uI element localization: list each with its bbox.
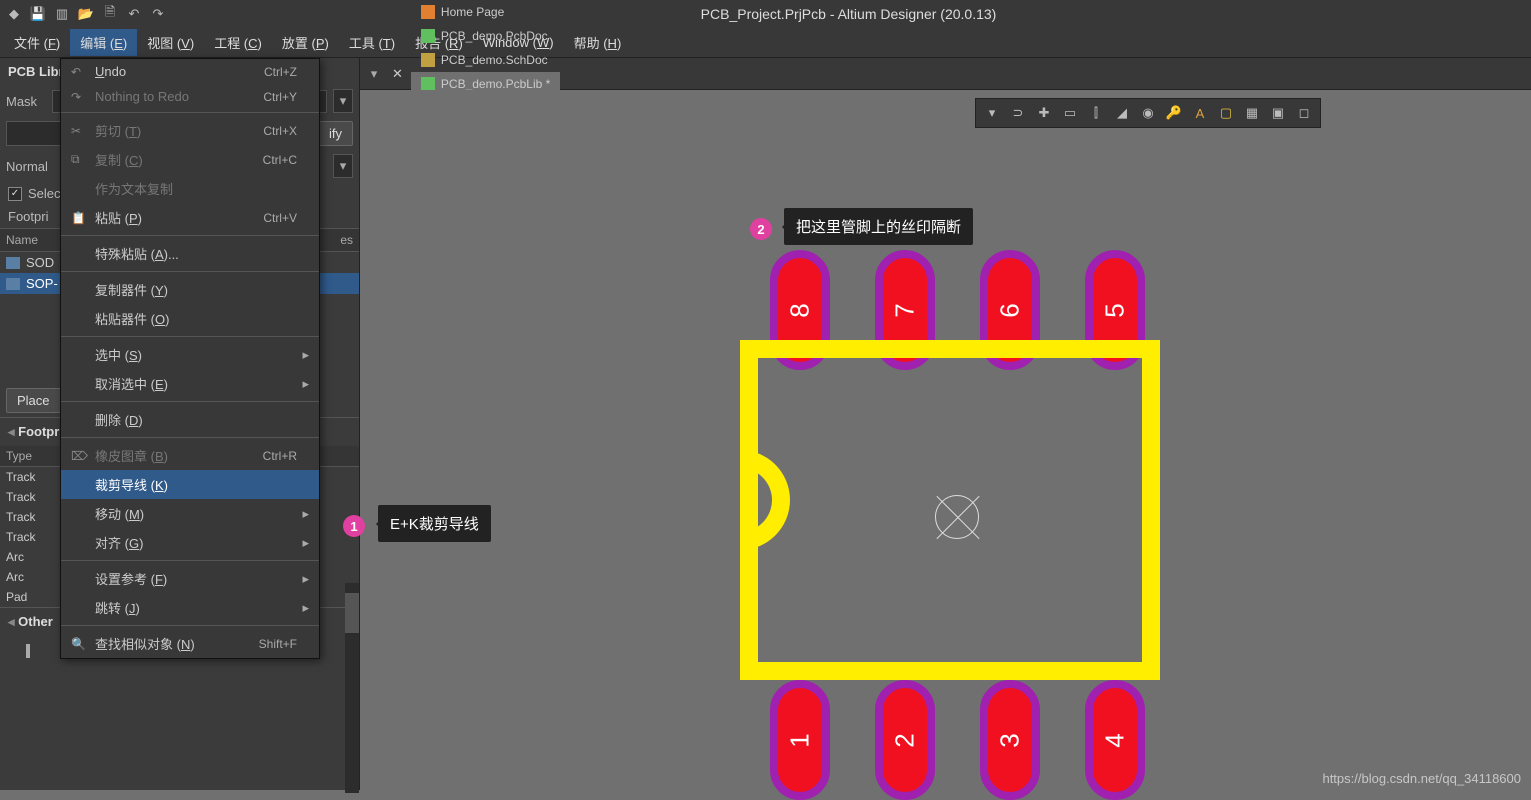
pad-2[interactable]: 2 [875, 680, 935, 800]
canvas-tool-0[interactable]: ▾ [979, 102, 1005, 124]
canvas-tool-1[interactable]: ⊃ [1005, 102, 1031, 124]
menu-item-p[interactable]: 📋粘贴 (P)Ctrl+V [61, 203, 319, 232]
menu-item-k[interactable]: 裁剪导线 (K) [61, 470, 319, 499]
menu-edit[interactable]: 编辑 (E) [70, 29, 137, 56]
folder-icon[interactable]: ▥ [54, 6, 70, 22]
title-bar: ◆ 💾 ▥ 📂 🗎 ↶ ↷ PCB_Project.PrjPcb - Altiu… [0, 0, 1531, 28]
menu-item-b: ⌦橡皮图章 (B)Ctrl+R [61, 441, 319, 470]
menu-project[interactable]: 工程 (C) [204, 29, 272, 56]
open-icon[interactable]: 📂 [78, 6, 94, 22]
mask-label: Mask [6, 94, 46, 109]
menu-item-f[interactable]: 设置参考 (F)▸ [61, 564, 319, 593]
tab-pcb_demoschdoc[interactable]: PCB_demo.SchDoc [411, 48, 560, 72]
annotation-text-2: 把这里管脚上的丝印隔断 [784, 208, 973, 245]
menu-item-nothingtoredo: ↷Nothing to RedoCtrl+Y [61, 84, 319, 109]
canvas-toolbar: ▾⊃✚▭⫿◢◉🔑A▢▦▣◻ [975, 98, 1321, 128]
menu-item-y[interactable]: 复制器件 (Y) [61, 275, 319, 304]
save-icon[interactable]: 💾 [30, 6, 46, 22]
menu-view[interactable]: 视图 (V) [137, 29, 204, 56]
app-icon: ◆ [6, 6, 22, 22]
canvas-tool-11[interactable]: ▣ [1265, 102, 1291, 124]
menu-item-j[interactable]: 跳转 (J)▸ [61, 593, 319, 622]
doc-icon[interactable]: 🗎 [102, 6, 118, 22]
canvas-tool-5[interactable]: ◢ [1109, 102, 1135, 124]
menu-item-s[interactable]: 选中 (S)▸ [61, 340, 319, 369]
canvas-tool-6[interactable]: ◉ [1135, 102, 1161, 124]
normal-label: Normal [6, 159, 48, 174]
menu-item-e[interactable]: 取消选中 (E)▸ [61, 369, 319, 398]
origin-marker [935, 495, 979, 539]
annotation-badge-2: 2 [750, 218, 772, 240]
magnify-button[interactable]: ify [318, 121, 353, 146]
place-button[interactable]: Place [6, 388, 61, 413]
pad-3[interactable]: 3 [980, 680, 1040, 800]
menu-item-d[interactable]: 删除 (D) [61, 405, 319, 434]
menu-bar: 文件 (F) 编辑 (E) 视图 (V) 工程 (C) 放置 (P) 工具 (T… [0, 28, 1531, 58]
menu-item-: 作为文本复制 [61, 174, 319, 203]
tab-homepage[interactable]: Home Page [411, 0, 560, 24]
canvas-tool-12[interactable]: ◻ [1291, 102, 1317, 124]
pcb-canvas[interactable]: ▾⊃✚▭⫿◢◉🔑A▢▦▣◻ 2 把这里管脚上的丝印隔断 8765 1234 ht… [360, 90, 1531, 790]
menu-tools[interactable]: 工具 (T) [339, 29, 405, 56]
col-type[interactable]: Type [6, 449, 66, 463]
normal-dropdown[interactable]: ▾ [333, 154, 353, 178]
menu-item-n[interactable]: 🔍查找相似对象 (N)Shift+F [61, 629, 319, 658]
annotation-text-1: E+K裁剪导线 [378, 505, 491, 542]
tab-pcb_demopcbdoc[interactable]: PCB_demo.PcbDoc [411, 24, 560, 48]
undo-icon[interactable]: ↶ [126, 6, 142, 22]
col-es[interactable]: es [334, 229, 359, 251]
menu-item-c: ⧉复制 (C)Ctrl+C [61, 145, 319, 174]
menu-file[interactable]: 文件 (F) [4, 29, 70, 56]
tab-list-dropdown[interactable]: ▾ [364, 66, 384, 82]
canvas-tool-7[interactable]: 🔑 [1161, 102, 1187, 124]
canvas-tool-2[interactable]: ✚ [1031, 102, 1057, 124]
annotation-badge-1: 1 [343, 515, 365, 537]
menu-item-g[interactable]: 对齐 (G)▸ [61, 528, 319, 557]
select-checkbox[interactable]: ✓ [8, 187, 22, 201]
menu-item-m[interactable]: 移动 (M)▸ [61, 499, 319, 528]
window-title: PCB_Project.PrjPcb - Altium Designer (20… [166, 6, 1531, 22]
other-slider[interactable] [26, 644, 30, 658]
canvas-tool-10[interactable]: ▦ [1239, 102, 1265, 124]
primitives-scrollbar[interactable] [345, 583, 359, 793]
canvas-tool-8[interactable]: A [1187, 102, 1213, 124]
edit-dropdown-menu: ↶UndoCtrl+Z↷Nothing to RedoCtrl+Y ✂剪切 (T)… [60, 58, 320, 659]
pad-4[interactable]: 4 [1085, 680, 1145, 800]
menu-place[interactable]: 放置 (P) [272, 29, 339, 56]
canvas-tool-4[interactable]: ⫿ [1083, 102, 1109, 124]
titlebar-icons: ◆ 💾 ▥ 📂 🗎 ↶ ↷ [0, 6, 166, 22]
document-tabs: ▾ ✕ Home PagePCB_demo.PcbDocPCB_demo.Sch… [360, 58, 1531, 90]
mask-dropdown[interactable]: ▾ [333, 89, 353, 113]
canvas-tool-3[interactable]: ▭ [1057, 102, 1083, 124]
select-label: Select [28, 186, 64, 201]
canvas-tool-9[interactable]: ▢ [1213, 102, 1239, 124]
menu-item-t: ✂剪切 (T)Ctrl+X [61, 116, 319, 145]
watermark: https://blog.csdn.net/qq_34118600 [1322, 771, 1521, 786]
pad-1[interactable]: 1 [770, 680, 830, 800]
menu-item-undo[interactable]: ↶UndoCtrl+Z [61, 59, 319, 84]
menu-item-a[interactable]: 特殊粘贴 (A)... [61, 239, 319, 268]
redo-icon[interactable]: ↷ [150, 6, 166, 22]
tab-close[interactable]: ✕ [386, 66, 409, 82]
menu-item-o[interactable]: 粘贴器件 (O) [61, 304, 319, 333]
menu-help[interactable]: 帮助 (H) [564, 29, 632, 56]
